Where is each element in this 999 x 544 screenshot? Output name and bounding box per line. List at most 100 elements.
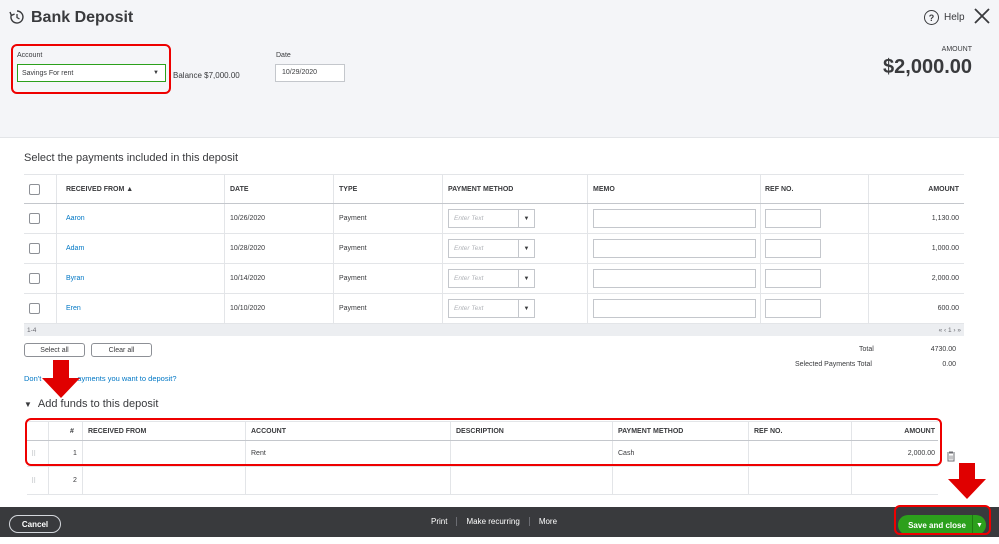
row-checkbox[interactable] [29, 213, 40, 224]
memo-input[interactable] [593, 299, 756, 318]
drag-handle-icon[interactable]: ⠿ [31, 467, 36, 494]
line-number: 2 [73, 477, 77, 484]
ref-no-input[interactable] [765, 299, 821, 318]
payment-amount: 1,130.00 [931, 215, 959, 222]
chevron-down-icon[interactable]: ▼ [147, 65, 165, 81]
payment-row: Aaron 10/26/2020 Payment Enter Text ▼ 1,… [24, 204, 964, 234]
funds-account[interactable]: Rent [251, 441, 266, 466]
received-from-link[interactable]: Byran [66, 264, 84, 293]
payment-date: 10/28/2020 [230, 245, 266, 252]
col-account: ACCOUNT [251, 427, 286, 435]
dont-link-part-b: ayments you want to deposit? [77, 374, 177, 383]
payment-amount: 1,000.00 [931, 245, 959, 252]
history-icon[interactable] [9, 9, 25, 25]
col-received-from: RECEIVED FROM [88, 427, 147, 435]
funds-row[interactable]: ⠿ 1 Rent Cash 2,000.00 [27, 441, 938, 467]
amount-label: AMOUNT [941, 46, 972, 53]
payment-method-select[interactable]: Enter Text ▼ [448, 269, 535, 288]
chevron-down-icon[interactable]: ▼ [972, 515, 986, 535]
select-all-button[interactable]: Select all [24, 343, 85, 357]
close-icon[interactable] [973, 7, 991, 25]
col-amount: AMOUNT [904, 427, 935, 435]
payment-method-placeholder: Enter Text [454, 215, 484, 222]
payment-method-select[interactable]: Enter Text ▼ [448, 299, 535, 318]
memo-input[interactable] [593, 209, 756, 228]
deposit-header: Bank Deposit ? Help Account Savings For … [0, 0, 999, 138]
ref-no-input[interactable] [765, 269, 821, 288]
account-value: Savings For rent [22, 69, 74, 77]
row-checkbox[interactable] [29, 303, 40, 314]
clear-all-button[interactable]: Clear all [91, 343, 152, 357]
drag-handle-icon[interactable]: ⠿ [31, 441, 36, 466]
col-received-from[interactable]: RECEIVED FROM ▲ [66, 175, 133, 203]
help-button[interactable]: ? Help [924, 10, 965, 25]
save-and-close-label: Save and close [908, 520, 966, 530]
col-amount[interactable]: AMOUNT [928, 175, 959, 203]
payment-amount: 2,000.00 [931, 275, 959, 282]
make-recurring-button[interactable]: Make recurring [456, 517, 528, 526]
selected-total-value: 0.00 [942, 361, 956, 368]
payment-method-placeholder: Enter Text [454, 245, 484, 252]
chevron-down-icon[interactable]: ▼ [518, 240, 534, 257]
payment-date: 10/26/2020 [230, 215, 266, 222]
col-ref-no: REF NO. [754, 427, 783, 435]
payment-method-select[interactable]: Enter Text ▼ [448, 209, 535, 228]
account-label: Account [17, 52, 43, 59]
save-and-close-button[interactable]: Save and close ▼ [898, 515, 986, 535]
dont-link-part-a: Don't [24, 374, 42, 383]
pagination-controls[interactable]: « ‹ 1 › » [939, 327, 961, 334]
col-type[interactable]: TYPE [339, 175, 357, 203]
funds-amount[interactable]: 2,000.00 [908, 441, 935, 466]
select-all-checkbox[interactable] [29, 183, 40, 195]
funds-table: # RECEIVED FROM ACCOUNT DESCRIPTION PAYM… [27, 421, 938, 495]
payment-type: Payment [339, 275, 367, 282]
chevron-down-icon[interactable]: ▼ [518, 210, 534, 227]
date-label: Date [276, 52, 291, 59]
col-description: DESCRIPTION [456, 427, 504, 435]
chevron-down-icon[interactable]: ▼ [518, 300, 534, 317]
col-payment-method: PAYMENT METHOD [618, 427, 684, 435]
page-title: Bank Deposit [31, 9, 134, 26]
help-icon: ? [924, 10, 939, 25]
bottom-strip [0, 537, 999, 544]
payment-row: Eren 10/10/2020 Payment Enter Text ▼ 600… [24, 294, 964, 324]
memo-input[interactable] [593, 239, 756, 258]
row-range: 1-4 [27, 326, 37, 334]
payment-type: Payment [339, 215, 367, 222]
add-funds-toggle[interactable]: ▼ Add funds to this deposit [24, 398, 158, 410]
row-checkbox[interactable] [29, 243, 40, 254]
funds-table-header: # RECEIVED FROM ACCOUNT DESCRIPTION PAYM… [27, 421, 938, 441]
col-payment-method: PAYMENT METHOD [448, 185, 514, 193]
chevron-down-icon[interactable]: ▼ [518, 270, 534, 287]
received-from-link[interactable]: Eren [66, 294, 81, 323]
received-from-link[interactable]: Aaron [66, 204, 85, 233]
more-button[interactable]: More [528, 517, 566, 526]
col-date[interactable]: DATE [230, 175, 249, 203]
total-label: Total [859, 346, 874, 353]
date-field[interactable]: 10/29/2020 [275, 64, 345, 82]
footer-actions: Print Make recurring More [422, 517, 566, 526]
memo-input[interactable] [593, 269, 756, 288]
annotation-arrow-down-icon [42, 360, 80, 398]
payment-type: Payment [339, 305, 367, 312]
cancel-button[interactable]: Cancel [9, 515, 61, 533]
ref-no-input[interactable] [765, 239, 821, 258]
payment-row: Byran 10/14/2020 Payment Enter Text ▼ 2,… [24, 264, 964, 294]
funds-payment-method[interactable]: Cash [618, 441, 634, 466]
ref-no-input[interactable] [765, 209, 821, 228]
received-from-link[interactable]: Adam [66, 234, 84, 263]
account-select[interactable]: Savings For rent ▼ [17, 64, 166, 82]
payment-date: 10/10/2020 [230, 305, 266, 312]
total-value: 4730.00 [930, 346, 956, 353]
help-label: Help [944, 12, 965, 23]
payments-table-header: RECEIVED FROM ▲ DATE TYPE PAYMENT METHOD… [24, 174, 964, 204]
col-line-number: # [70, 427, 74, 435]
funds-row[interactable]: ⠿ 2 [27, 467, 938, 495]
row-checkbox[interactable] [29, 273, 40, 284]
footer-bar: Cancel Print Make recurring More Save an… [0, 507, 999, 537]
print-button[interactable]: Print [422, 517, 456, 526]
payment-type: Payment [339, 245, 367, 252]
payment-method-select[interactable]: Enter Text ▼ [448, 239, 535, 258]
payment-method-placeholder: Enter Text [454, 305, 484, 312]
deposit-amount: $2,000.00 [883, 56, 972, 78]
